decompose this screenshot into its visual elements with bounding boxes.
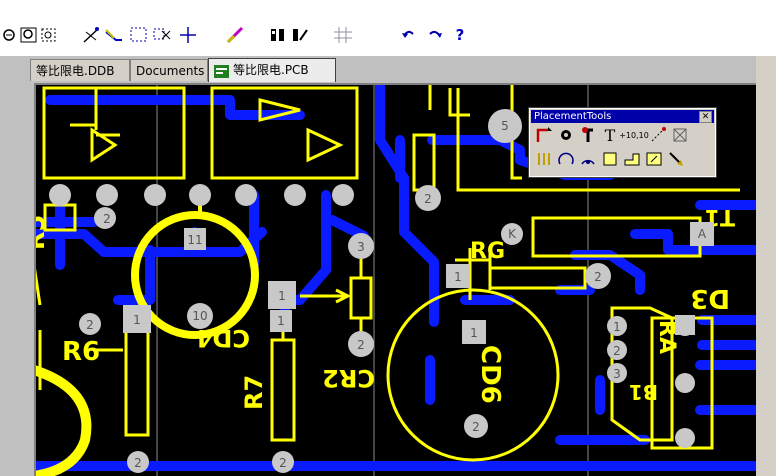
- svg-text:2: 2: [279, 456, 287, 470]
- help-icon[interactable]: ?: [452, 26, 468, 44]
- svg-text:K: K: [508, 227, 517, 241]
- label-r5: R5: [34, 215, 50, 250]
- label-r6: R6: [62, 337, 100, 367]
- move-icon[interactable]: [178, 26, 198, 44]
- place-track-icon[interactable]: [534, 125, 554, 145]
- palette-title-bar[interactable]: PlacementTools ✕: [531, 110, 714, 123]
- place-via-icon[interactable]: [578, 125, 598, 145]
- grid-icon[interactable]: [333, 26, 353, 44]
- placement-tools-palette[interactable]: PlacementTools ✕ T +10,10: [528, 107, 717, 178]
- browse-icon[interactable]: [290, 26, 310, 44]
- place-coordinate-icon[interactable]: +10,10: [619, 125, 649, 145]
- place-dimension-icon[interactable]: [648, 125, 668, 145]
- tab-ddb[interactable]: 等比限电.DDB: [30, 59, 130, 81]
- measure-icon[interactable]: [225, 26, 245, 44]
- cross-probe-icon[interactable]: [82, 26, 102, 44]
- svg-text:1: 1: [454, 270, 462, 284]
- tab-pcb[interactable]: 等比限电.PCB: [208, 58, 336, 82]
- svg-text:2: 2: [613, 344, 621, 358]
- label-rg: RG: [470, 239, 505, 264]
- svg-text:2: 2: [103, 212, 111, 226]
- svg-text:2: 2: [86, 318, 94, 332]
- svg-text:1: 1: [277, 314, 285, 328]
- svg-text:5: 5: [501, 119, 509, 133]
- svg-text:11: 11: [187, 233, 202, 247]
- library-icon[interactable]: [268, 26, 288, 44]
- zoom-fit-icon[interactable]: [40, 26, 58, 44]
- label-cr2: CR2: [322, 364, 375, 392]
- svg-text:1: 1: [470, 326, 478, 340]
- pcb-document-icon: [214, 63, 229, 78]
- svg-text:1: 1: [133, 313, 141, 327]
- palette-close-button[interactable]: ✕: [699, 111, 712, 123]
- svg-text:10: 10: [192, 309, 207, 323]
- select-area-icon[interactable]: [129, 26, 149, 44]
- tab-pcb-label: 等比限电.PCB: [233, 63, 309, 77]
- zoom-in-icon[interactable]: [2, 26, 18, 44]
- svg-text:3: 3: [613, 367, 621, 381]
- place-string-icon[interactable]: T: [600, 125, 620, 145]
- arc-edge-icon[interactable]: [578, 149, 598, 169]
- svg-text:2: 2: [472, 420, 480, 434]
- deselect-icon[interactable]: [152, 26, 172, 44]
- zoom-area-icon[interactable]: [20, 26, 38, 44]
- route-icon[interactable]: [104, 26, 124, 44]
- svg-text:3: 3: [357, 240, 365, 254]
- svg-text:A: A: [698, 227, 707, 241]
- svg-text:2: 2: [357, 338, 365, 352]
- svg-text:2: 2: [594, 270, 602, 284]
- svg-text:2: 2: [424, 192, 432, 206]
- palette-title: PlacementTools: [534, 111, 612, 122]
- place-split-icon[interactable]: [666, 149, 686, 169]
- undo-icon[interactable]: [400, 26, 420, 44]
- arc-center-icon[interactable]: [556, 149, 576, 169]
- tab-documents[interactable]: Documents: [130, 59, 208, 81]
- right-panel-edge: [756, 56, 776, 476]
- place-room-icon[interactable]: [644, 149, 664, 169]
- place-fill-icon[interactable]: [670, 125, 690, 145]
- label-r7: R7: [240, 375, 268, 410]
- svg-text:1: 1: [613, 320, 621, 334]
- redo-icon[interactable]: [424, 26, 444, 44]
- label-cd6: CD6: [475, 345, 505, 404]
- place-component-icon[interactable]: [534, 149, 554, 169]
- place-rectangle-icon[interactable]: [600, 149, 620, 169]
- svg-text:1: 1: [278, 289, 286, 303]
- main-toolbar: ?: [0, 0, 776, 56]
- place-pad-icon[interactable]: [556, 125, 576, 145]
- label-b1: B1: [629, 380, 658, 404]
- place-polygon-icon[interactable]: [622, 149, 642, 169]
- label-d3: D3: [690, 283, 730, 313]
- svg-text:2: 2: [134, 456, 142, 470]
